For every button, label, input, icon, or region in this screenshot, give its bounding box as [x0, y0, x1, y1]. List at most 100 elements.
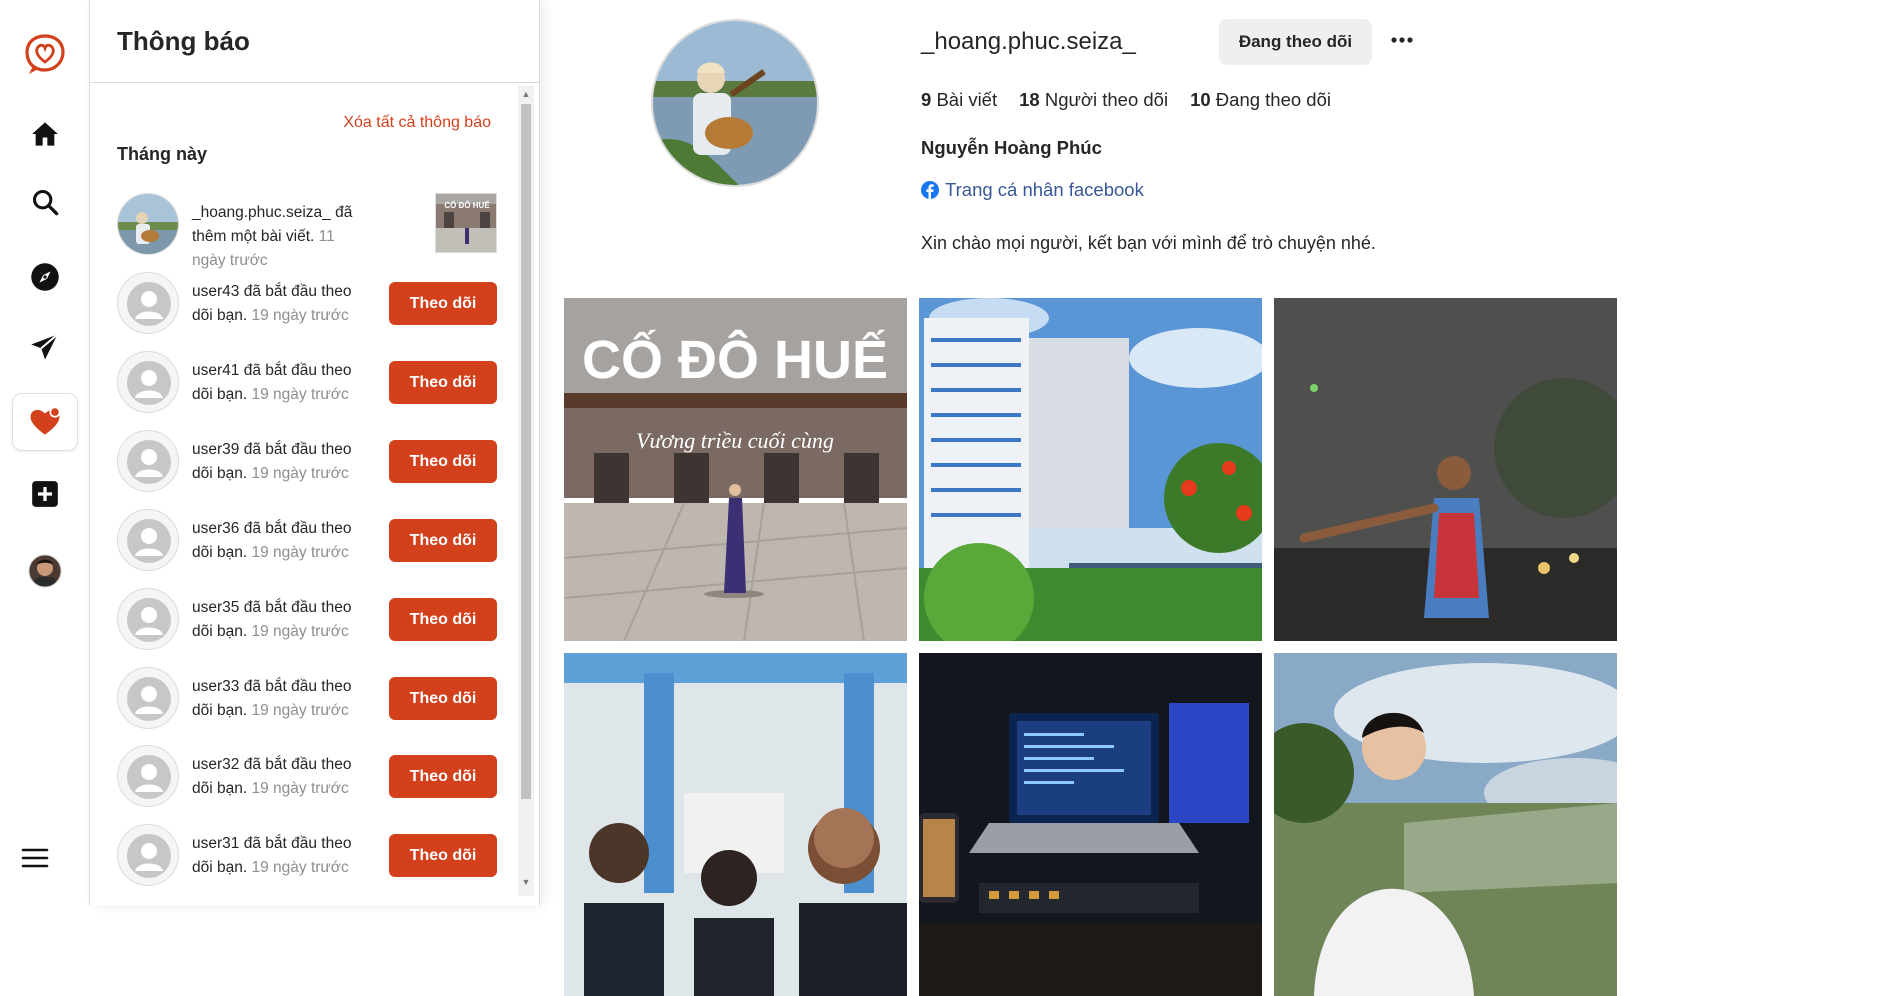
profile-stats: 9 Bài viết 18 Người theo dõi 10 Đang the… [921, 89, 1331, 111]
scroll-up-arrow[interactable]: ▲ [520, 88, 532, 100]
follow-button[interactable]: Theo dõi [389, 519, 497, 562]
notification-username[interactable]: user36 [192, 520, 239, 537]
nav-home[interactable] [12, 105, 78, 163]
follow-button[interactable]: Theo dõi [389, 755, 497, 798]
menu-icon [21, 848, 49, 868]
post-title-overlay: CỐ ĐÔ HUẾ [582, 329, 888, 390]
profile-fullname: Nguyễn Hoàng Phúc [921, 137, 1102, 158]
notification-text: user43 đã bắt đầu theo dõi bạn. 19 ngày … [192, 280, 367, 328]
heart-icon [30, 406, 61, 435]
default-avatar [117, 351, 179, 413]
notification-text: _hoang.phuc.seiza_ đã thêm một bài viết.… [192, 201, 367, 273]
facebook-link-label: Trang cá nhân facebook [945, 179, 1144, 200]
panel-title: Thông báo [117, 26, 250, 56]
notification-username[interactable]: _hoang.phuc.seiza_ [192, 204, 331, 221]
more-options-button[interactable] [1384, 22, 1420, 58]
thumb-title: CỐ ĐÔ HUẾ [444, 200, 490, 210]
follow-button[interactable]: Theo dõi [389, 440, 497, 483]
nav-profile[interactable] [12, 542, 78, 600]
notification-username[interactable]: user35 [192, 599, 239, 616]
follow-button[interactable]: Theo dõi [389, 598, 497, 641]
notification-time: 19 ngày trước [247, 544, 349, 561]
notification-time: 19 ngày trước [247, 307, 349, 324]
nav-messages[interactable] [12, 318, 78, 376]
post-tile[interactable] [564, 653, 907, 996]
notification-username[interactable]: user32 [192, 756, 239, 773]
notification-time: 19 ngày trước [247, 465, 349, 482]
notification-time: 19 ngày trước [247, 386, 349, 403]
post-tile[interactable] [1274, 653, 1617, 996]
default-avatar [117, 745, 179, 807]
plus-square-icon [32, 481, 58, 507]
notification-text: user39 đã bắt đầu theo dõi bạn. 19 ngày … [192, 438, 367, 486]
posts-stat: 9 Bài viết [921, 89, 998, 110]
sidebar-nav [0, 0, 90, 905]
logo-icon [25, 34, 65, 74]
notification-time: 19 ngày trước [247, 859, 349, 876]
notification-item[interactable]: user36 đã bắt đầu theo dõi bạn. 19 ngày … [117, 509, 497, 571]
nav-create[interactable] [12, 465, 78, 523]
notification-item[interactable]: user41 đã bắt đầu theo dõi bạn. 19 ngày … [117, 351, 497, 413]
profile-username: _hoang.phuc.seiza_ [921, 28, 1136, 55]
following-stat[interactable]: 10 Đang theo dõi [1190, 89, 1331, 111]
notification-time: 19 ngày trước [247, 780, 349, 797]
profile-bio: Xin chào mọi người, kết bạn với mình để … [921, 233, 1376, 253]
scrollbar-thumb[interactable] [521, 104, 531, 799]
section-title: Tháng này [117, 144, 208, 164]
notification-text: user36 đã bắt đầu theo dõi bạn. 19 ngày … [192, 517, 367, 565]
clear-all-link[interactable]: Xóa tất cả thông báo [343, 114, 491, 132]
nav-menu[interactable] [2, 829, 68, 887]
facebook-link[interactable]: Trang cá nhân facebook [921, 179, 1144, 201]
notification-item[interactable]: user31 đã bắt đầu theo dõi bạn. 19 ngày … [117, 824, 497, 886]
default-avatar [117, 430, 179, 492]
divider [90, 82, 540, 83]
notification-item[interactable]: user35 đã bắt đầu theo dõi bạn. 19 ngày … [117, 588, 497, 650]
notification-item[interactable]: user39 đã bắt đầu theo dõi bạn. 19 ngày … [117, 430, 497, 492]
notification-time: 19 ngày trước [247, 702, 349, 719]
avatar [28, 554, 62, 588]
post-tile[interactable]: CỐ ĐÔ HUẾ Vương triều cuối cùng [564, 298, 907, 641]
post-tile[interactable] [1274, 298, 1617, 641]
profile-picture[interactable] [651, 19, 819, 187]
search-icon [32, 189, 59, 216]
notification-text: user31 đã bắt đầu theo dõi bạn. 19 ngày … [192, 832, 367, 880]
notification-text: user32 đã bắt đầu theo dõi bạn. 19 ngày … [192, 753, 367, 801]
default-avatar [117, 588, 179, 650]
more-icon [1391, 37, 1413, 43]
notification-username[interactable]: user41 [192, 362, 239, 379]
notification-username[interactable]: user39 [192, 441, 239, 458]
notification-text: user35 đã bắt đầu theo dõi bạn. 19 ngày … [192, 596, 367, 644]
brand-logo[interactable] [12, 25, 78, 83]
notification-text: user33 đã bắt đầu theo dõi bạn. 19 ngày … [192, 675, 367, 723]
notification-username[interactable]: user33 [192, 678, 239, 695]
default-avatar [117, 272, 179, 334]
nav-explore[interactable] [12, 248, 78, 306]
avatar [117, 193, 179, 255]
notification-text: user41 đã bắt đầu theo dõi bạn. 19 ngày … [192, 359, 367, 407]
post-subtitle-overlay: Vương triều cuối cùng [636, 428, 834, 453]
notifications-panel: Thông báo Xóa tất cả thông báo Tháng này… [90, 0, 540, 905]
notification-item[interactable]: user43 đã bắt đầu theo dõi bạn. 19 ngày … [117, 272, 497, 334]
following-button[interactable]: Đang theo dõi [1219, 19, 1372, 65]
send-icon [31, 333, 59, 360]
scroll-down-arrow[interactable]: ▼ [520, 876, 532, 888]
facebook-icon [921, 181, 939, 199]
notification-item[interactable]: _hoang.phuc.seiza_ đã thêm một bài viết.… [117, 193, 497, 269]
notification-username[interactable]: user43 [192, 283, 239, 300]
post-tile[interactable] [919, 298, 1262, 641]
nav-notifications[interactable] [12, 393, 78, 451]
nav-search[interactable] [12, 173, 78, 231]
follow-button[interactable]: Theo dõi [389, 677, 497, 720]
default-avatar [117, 667, 179, 729]
follow-button[interactable]: Theo dõi [389, 282, 497, 325]
post-tile[interactable] [919, 653, 1262, 996]
followers-stat[interactable]: 18 Người theo dõi [1019, 89, 1168, 111]
compass-icon [31, 263, 59, 291]
notification-username[interactable]: user31 [192, 835, 239, 852]
default-avatar [117, 824, 179, 886]
notification-item[interactable]: user33 đã bắt đầu theo dõi bạn. 19 ngày … [117, 667, 497, 729]
notification-item[interactable]: user32 đã bắt đầu theo dõi bạn. 19 ngày … [117, 745, 497, 807]
post-thumbnail[interactable]: CỐ ĐÔ HUẾ [435, 193, 497, 253]
follow-button[interactable]: Theo dõi [389, 361, 497, 404]
follow-button[interactable]: Theo dõi [389, 834, 497, 877]
